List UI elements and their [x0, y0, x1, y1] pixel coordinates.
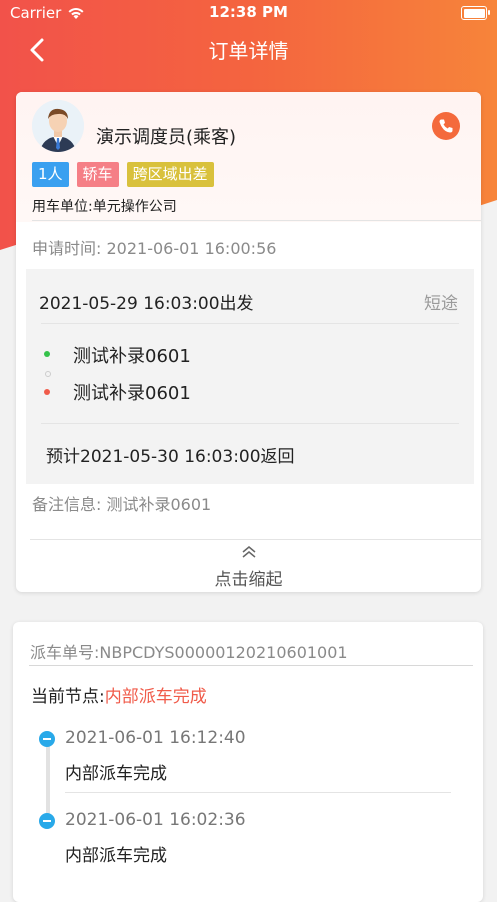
timeline-desc: 内部派车完成	[65, 764, 167, 784]
current-node-label: 当前节点:	[31, 687, 105, 707]
timeline-line	[46, 738, 50, 820]
return-time: 预计2021-05-30 16:03:00返回	[46, 447, 295, 467]
status-bar: Carrier 12:38 PM	[0, 0, 497, 26]
trip-type-label: 短途	[424, 294, 458, 314]
timeline-dot-icon	[39, 813, 55, 829]
passenger-name: 演示调度员(乘客)	[96, 127, 237, 148]
timeline-time: 2021-06-01 16:02:36	[65, 810, 246, 830]
collapse-button[interactable]: 点击缩起	[16, 544, 481, 590]
divider	[65, 792, 451, 793]
apply-time-value: 2021-06-01 16:00:56	[106, 239, 277, 258]
double-chevron-up-icon	[242, 546, 255, 558]
page-title: 订单详情	[208, 39, 289, 63]
car-type-tag: 轿车	[76, 162, 119, 187]
divider	[29, 665, 473, 666]
nav-bar: 订单详情	[0, 26, 497, 74]
timeline-time: 2021-06-01 16:12:40	[65, 728, 246, 748]
apply-time-row: 申请时间: 2021-06-01 16:00:56	[32, 235, 276, 259]
call-button[interactable]	[432, 112, 460, 140]
depart-time: 2021-05-29 16:03:00出发	[39, 294, 254, 314]
current-node-status: 内部派车完成	[104, 687, 207, 707]
divider	[32, 220, 481, 221]
user-avatar-icon	[32, 100, 84, 152]
order-detail-card: 演示调度员(乘客) 1人 轿车 跨区域出差 用车单位:单元操作公司 申请时间: …	[16, 92, 481, 592]
status-time: 12:38 PM	[209, 3, 288, 21]
apply-time-label: 申请时间:	[32, 239, 102, 258]
start-address: 测试补录0601	[73, 346, 191, 367]
trip-category-tag: 跨区域出差	[126, 162, 214, 187]
divider	[41, 423, 459, 424]
remark: 备注信息: 测试补录0601	[32, 495, 212, 514]
divider	[30, 539, 481, 540]
passenger-count-tag: 1人	[32, 162, 69, 187]
current-node: 当前节点:内部派车完成	[31, 682, 207, 707]
dispatch-card: 派车单号:NBPCDYS00000120210601001 当前节点:内部派车完…	[13, 622, 483, 902]
tag-list: 1人 轿车 跨区域出差	[32, 162, 214, 187]
trip-info-box: 2021-05-29 16:03:00出发 短途 测试补录0601 测试补录06…	[26, 269, 474, 484]
company-unit: 用车单位:单元操作公司	[32, 199, 177, 215]
avatar	[32, 100, 84, 152]
timeline-desc: 内部派车完成	[65, 846, 167, 866]
phone-icon	[439, 119, 453, 133]
start-dot-icon	[44, 351, 50, 357]
route-connector-icon	[45, 371, 51, 377]
timeline-dot-icon	[39, 731, 55, 747]
divider	[41, 323, 459, 324]
end-address: 测试补录0601	[73, 383, 191, 404]
end-dot-icon	[44, 389, 50, 395]
battery-icon	[461, 6, 490, 20]
dispatch-number: 派车单号:NBPCDYS00000120210601001	[30, 643, 348, 662]
collapse-label: 点击缩起	[214, 570, 283, 590]
